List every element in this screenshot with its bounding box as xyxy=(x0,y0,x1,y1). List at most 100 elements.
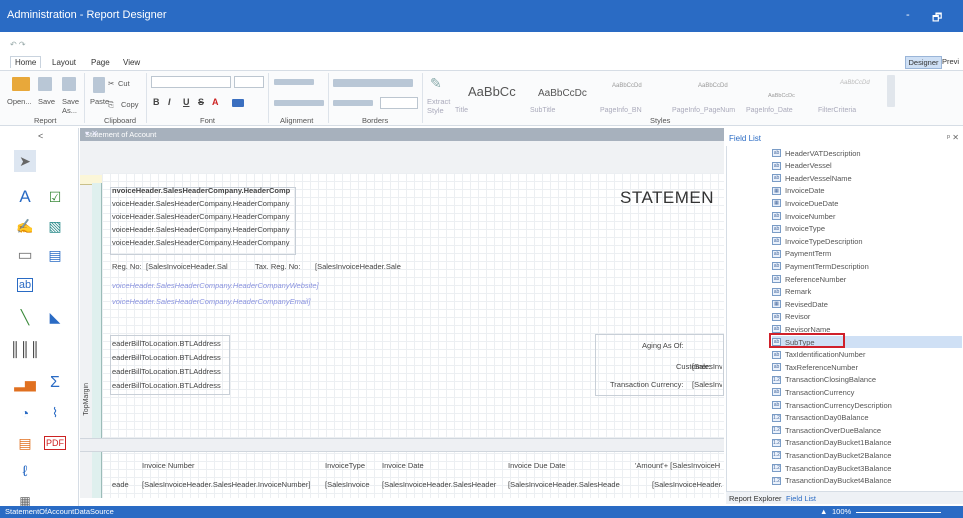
signature-icon[interactable]: ℓ xyxy=(14,460,36,482)
detail-field[interactable]: [SalesInvoiceHeader.SalesHeader xyxy=(382,480,502,489)
website-field[interactable]: voiceHeader.SalesHeaderCompany.HeaderCom… xyxy=(112,281,352,290)
border-width-dropdown[interactable] xyxy=(380,97,418,109)
pdf-icon[interactable]: PDF xyxy=(44,432,66,454)
tab-page[interactable]: Page xyxy=(91,58,110,67)
extract-style-label[interactable]: Extract Style xyxy=(427,97,455,115)
company-field[interactable]: voiceHeader.SalesHeaderCompany.HeaderCom… xyxy=(112,199,292,208)
field-list-item[interactable]: ab Remark xyxy=(772,286,962,298)
minimize-button[interactable]: - xyxy=(906,9,910,21)
cut-label[interactable]: Cut xyxy=(118,79,130,88)
underline-button[interactable]: U xyxy=(183,97,190,107)
column-header[interactable]: Invoice Due Date xyxy=(508,461,566,470)
zoom-slider[interactable] xyxy=(856,510,941,513)
field-list-item[interactable]: ab ReferenceNumber xyxy=(772,273,962,285)
italic-button[interactable]: I xyxy=(168,97,171,107)
detail-field[interactable]: eade xyxy=(112,480,129,489)
tab-home[interactable]: Home xyxy=(10,56,42,68)
font-color-button[interactable]: A xyxy=(212,97,219,107)
field-list-item[interactable]: 1.2 TransactionClosingBalance xyxy=(772,374,962,386)
bill-to-field[interactable]: eaderBillToLocation.BTLAddress xyxy=(112,339,228,348)
column-header[interactable]: InvoiceType xyxy=(325,461,365,470)
company-field[interactable]: voiceHeader.SalesHeaderCompany.HeaderCom… xyxy=(112,212,292,221)
border-style-icons[interactable] xyxy=(333,100,373,106)
cut-icon[interactable]: ✂ xyxy=(108,79,114,88)
strike-button[interactable]: S xyxy=(198,97,204,107)
font-size-dropdown[interactable] xyxy=(234,76,264,88)
bill-to-field[interactable]: eaderBillToLocation.BTLAddress xyxy=(112,381,228,390)
field-list-item[interactable]: ab HeaderVATDescription xyxy=(772,147,962,159)
statement-title[interactable]: STATEMEN xyxy=(620,188,714,208)
field-list-item[interactable]: ab TransactionCurrency xyxy=(772,386,962,398)
copy-label[interactable]: Copy xyxy=(121,100,139,109)
style-pagenum-preview[interactable]: AaBbCcDd xyxy=(698,83,728,89)
field-list-item[interactable]: ab InvoiceNumber xyxy=(772,210,962,222)
label-icon[interactable]: A xyxy=(14,186,36,208)
page-info-icon[interactable]: ▤ xyxy=(14,432,36,454)
detail-field[interactable]: [SalesInvoiceHeader.SalesHeader.InvoiceN… xyxy=(142,480,317,489)
field-list-item[interactable]: ab TransactionCurrencyDescription xyxy=(772,399,962,411)
character-comb-icon[interactable]: ab xyxy=(14,274,36,296)
designer-button[interactable]: Designer xyxy=(905,56,942,69)
extract-style-icon[interactable]: ✎ xyxy=(430,75,442,92)
detail-field[interactable]: [SalesInvoice xyxy=(325,480,377,489)
restore-button[interactable]: 🗗 xyxy=(932,9,942,28)
border-icons[interactable] xyxy=(333,79,413,87)
field-list-item[interactable]: 1.2 TransactionOverDueBalance xyxy=(772,424,962,436)
rich-text-icon[interactable]: ✍ xyxy=(14,215,36,237)
tab-field-list[interactable]: Field List xyxy=(786,494,816,503)
sum-icon[interactable]: Σ xyxy=(44,372,66,394)
customer-field[interactable]: [SalesInv xyxy=(692,362,722,371)
pointer-icon[interactable]: ➤ xyxy=(14,150,36,172)
styles-scroll[interactable] xyxy=(887,75,895,107)
email-field[interactable]: voiceHeader.SalesHeaderCompany.HeaderCom… xyxy=(112,297,352,306)
field-list-item[interactable]: ab HeaderVesselName xyxy=(772,172,962,184)
field-list[interactable]: ab HeaderVATDescription ab HeaderVessel ab He… xyxy=(726,146,963,491)
bold-button[interactable]: B xyxy=(153,97,160,107)
zoom-icon[interactable]: ▲ xyxy=(820,507,827,516)
sparkline-icon[interactable]: ⌇ xyxy=(44,402,66,424)
page-header-band[interactable] xyxy=(80,438,724,452)
document-tab[interactable]: Statement of Account ▾ ✕ xyxy=(80,128,724,141)
field-list-item[interactable]: ▦ RevisedDate xyxy=(772,298,962,310)
field-list-item[interactable]: ab Revisor xyxy=(772,311,962,323)
reg-no-field[interactable]: [SalesInvoiceHeader.Sal xyxy=(146,262,242,271)
paste-label[interactable]: Paste xyxy=(90,97,109,106)
field-list-item[interactable]: 1.2 TrasanctionDayBucket2Balance xyxy=(772,449,962,461)
column-header[interactable]: Invoice Number xyxy=(142,461,195,470)
field-list-item[interactable]: ▦ InvoiceDate xyxy=(772,185,962,197)
save-label[interactable]: Save xyxy=(38,97,55,106)
company-field[interactable]: voiceHeader.SalesHeaderCompany.HeaderCom… xyxy=(112,238,292,247)
highlight-color-icon[interactable] xyxy=(232,99,244,107)
field-list-item[interactable]: ab PaymentTerm xyxy=(772,248,962,260)
table-icon[interactable]: ▤ xyxy=(44,244,66,266)
line-icon[interactable]: ╲ xyxy=(14,306,36,328)
tab-layout[interactable]: Layout xyxy=(52,58,76,67)
style-date-preview[interactable]: AaBbCcDc xyxy=(768,93,795,99)
column-header[interactable]: 'Amount'+ [SalesInvoiceH xyxy=(635,461,723,470)
field-list-item[interactable]: 1.2 TrasanctionDayBucket3Balance xyxy=(772,462,962,474)
bill-to-field[interactable]: eaderBillToLocation.BTLAddress xyxy=(112,353,228,362)
tab-view[interactable]: View xyxy=(123,58,140,67)
field-list-item[interactable]: 1.2 TrasanctionDayBucket1Balance xyxy=(772,437,962,449)
collapse-button[interactable]: < xyxy=(38,131,43,141)
paste-icon[interactable] xyxy=(93,77,105,93)
field-list-item[interactable]: ▦ InvoiceDueDate xyxy=(772,197,962,209)
field-list-item[interactable]: ab PaymentTermDescription xyxy=(772,260,962,272)
column-header[interactable]: Invoice Date xyxy=(382,461,424,470)
style-title-preview[interactable]: AaBbCc xyxy=(468,84,516,99)
pin-close-icons[interactable]: ᵖ ✕ xyxy=(947,133,959,142)
preview-button[interactable]: Previ xyxy=(942,57,959,66)
save-as-icon[interactable] xyxy=(62,77,76,91)
open-icon[interactable] xyxy=(12,77,30,91)
open-label[interactable]: Open... xyxy=(7,97,32,106)
field-list-item[interactable]: 1.2 TransactionDay0Balance xyxy=(772,412,962,424)
detail-field[interactable]: [SalesInvoiceHeader.SalesHeade xyxy=(508,480,626,489)
picture-icon[interactable]: ▧ xyxy=(44,215,66,237)
panel-icon[interactable]: ▭ xyxy=(14,244,36,266)
bill-to-field[interactable]: eaderBillToLocation.BTLAddress xyxy=(112,367,228,376)
tab-report-explorer[interactable]: Report Explorer xyxy=(729,494,782,503)
company-field[interactable]: nvoiceHeader.SalesHeaderCompany.HeaderCo… xyxy=(112,186,292,195)
detail-field[interactable]: [SalesInvoiceHeader. xyxy=(652,480,722,489)
save-icon[interactable] xyxy=(38,77,52,91)
field-list-item[interactable]: ab TaxReferenceNumber xyxy=(772,361,962,373)
